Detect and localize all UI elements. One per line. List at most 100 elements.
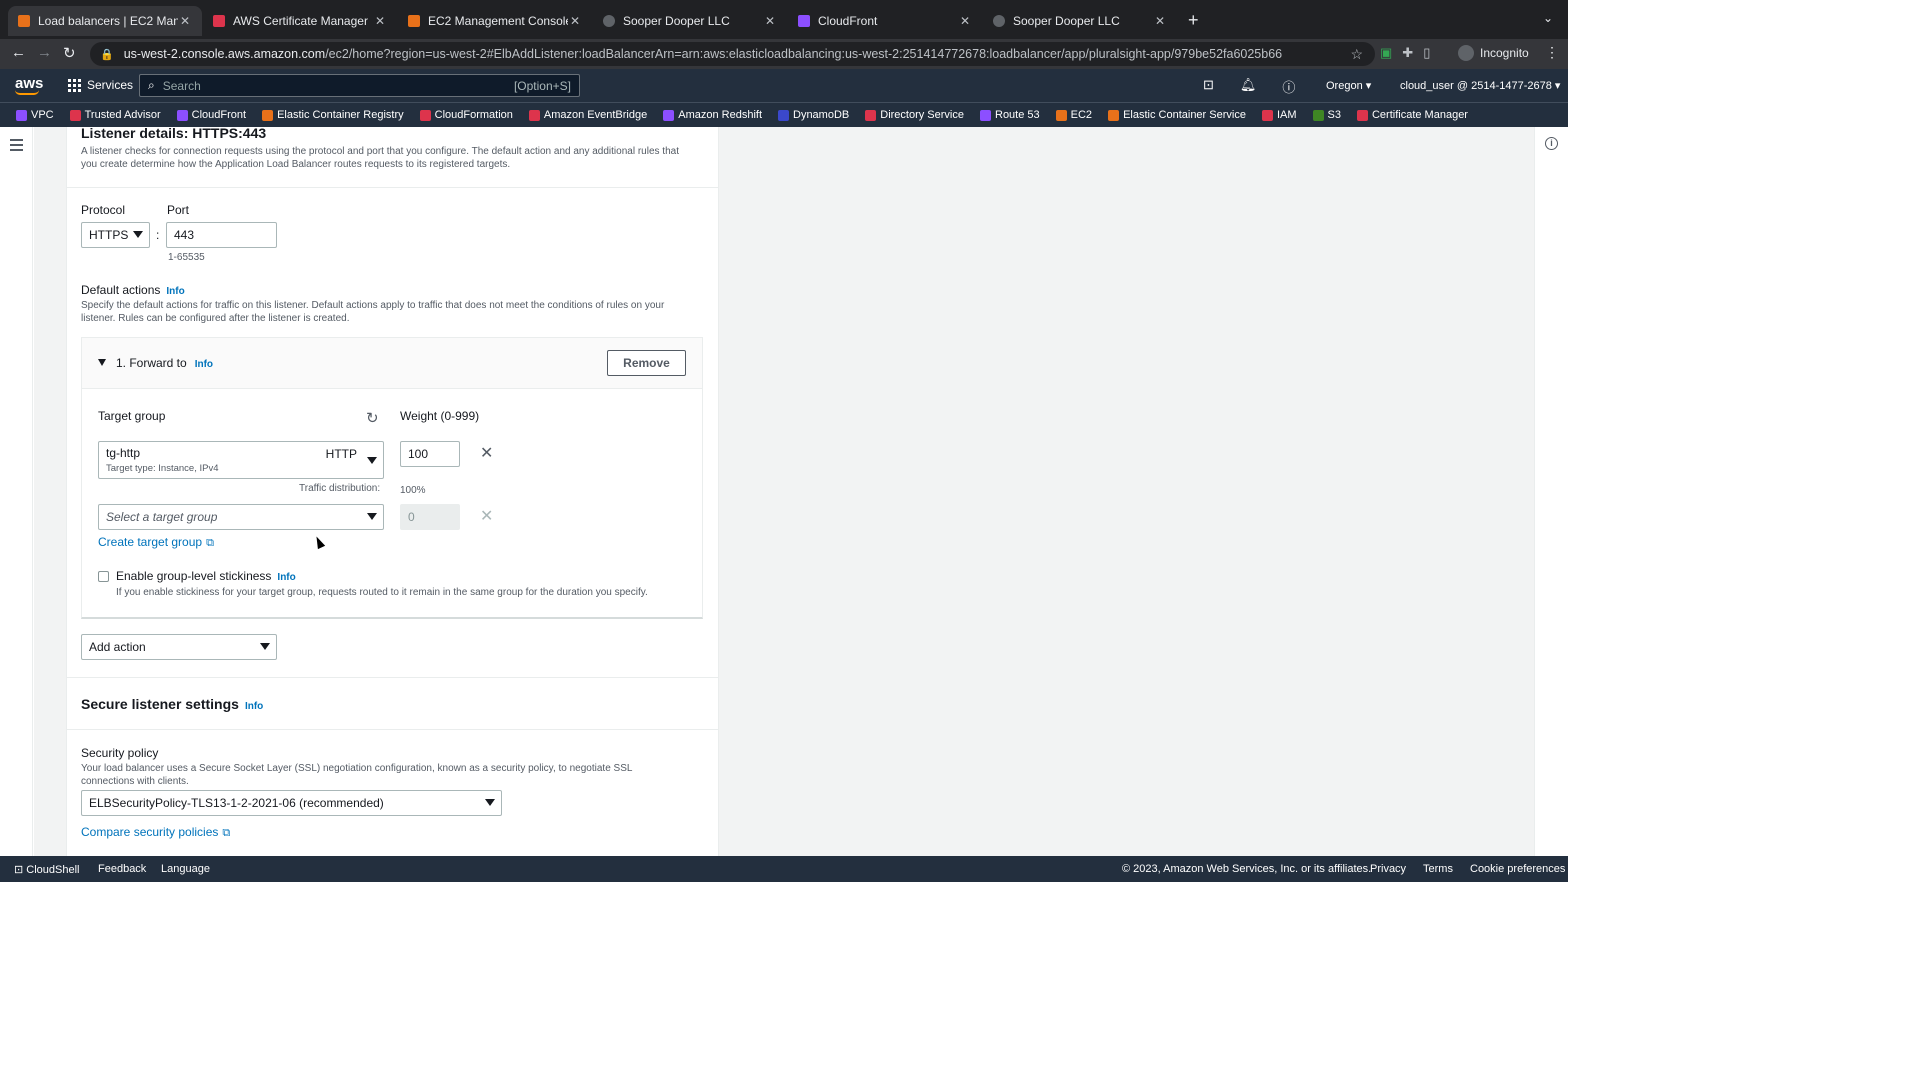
- target-group-label: Target group: [98, 409, 166, 423]
- security-policy-select[interactable]: ELBSecurityPolicy-TLS13-1-2-2021-06 (rec…: [81, 790, 502, 816]
- favorite-trusted-advisor[interactable]: Trusted Advisor: [69, 109, 161, 121]
- create-target-group-link[interactable]: Create target group ⧉: [98, 535, 214, 550]
- url-field[interactable]: 🔒 us-west-2.console.aws.amazon.com/ec2/h…: [90, 42, 1375, 66]
- close-icon[interactable]: ✕: [373, 14, 387, 28]
- info-panel-icon[interactable]: i: [1545, 137, 1558, 150]
- weight-label: Weight (0-999): [400, 409, 480, 423]
- browser-tab-cloudfront[interactable]: CloudFront ✕: [788, 6, 982, 36]
- account-menu[interactable]: cloud_user @ 2514-1477-2678 ▾: [1400, 79, 1560, 92]
- language-link[interactable]: Language: [161, 863, 210, 875]
- weight-input[interactable]: 100: [400, 441, 460, 467]
- search-shortcut: [Option+S]: [513, 79, 571, 93]
- target-group-protocol: HTTP: [325, 447, 357, 461]
- secure-listener-info-link[interactable]: Info: [245, 701, 263, 712]
- back-arrow-icon[interactable]: ←: [11, 44, 26, 61]
- url-host: us-west-2.console.aws.amazon.com: [123, 47, 326, 61]
- region-selector[interactable]: Oregon ▾: [1326, 79, 1371, 92]
- service-icon: [69, 109, 81, 121]
- forward-action-header[interactable]: 1. Forward to Info Remove: [82, 338, 702, 389]
- bookmark-star-icon[interactable]: ☆: [1350, 46, 1363, 63]
- tab-search-chevron-icon[interactable]: ⌄: [1543, 11, 1553, 25]
- favorite-cloudfront[interactable]: CloudFront: [176, 109, 247, 121]
- grid-icon: [68, 78, 81, 92]
- browser-tab-sooper-dooper-2[interactable]: Sooper Dooper LLC ✕: [983, 6, 1177, 36]
- favorite-elastic-container-service[interactable]: Elastic Container Service: [1108, 109, 1246, 121]
- search-input[interactable]: ⌕ Search [Option+S]: [139, 74, 580, 97]
- favorite-ec2[interactable]: EC2: [1055, 109, 1092, 121]
- favorite-amazon-redshift[interactable]: Amazon Redshift: [663, 109, 762, 121]
- cookie-preferences-link[interactable]: Cookie preferences: [1470, 863, 1565, 875]
- favorite-label: Elastic Container Registry: [277, 109, 404, 121]
- default-actions-info-link[interactable]: Info: [166, 286, 184, 297]
- feedback-link[interactable]: Feedback: [98, 863, 146, 875]
- select-target-placeholder: Select a target group: [106, 510, 218, 524]
- favorite-vpc[interactable]: VPC: [16, 109, 54, 121]
- close-icon[interactable]: ✕: [178, 14, 192, 28]
- target-group-select[interactable]: tg-http Target type: Instance, IPv4 HTTP: [98, 441, 384, 479]
- favorite-label: Route 53: [995, 109, 1040, 121]
- service-icon: [419, 109, 431, 121]
- stickiness-heading: Enable group-level stickiness Info: [116, 569, 296, 583]
- help-question-icon[interactable]: ⓘ: [1282, 77, 1295, 96]
- protocol-value: HTTPS: [89, 228, 129, 242]
- favorite-directory-service[interactable]: Directory Service: [865, 109, 964, 121]
- aws-logo[interactable]: aws: [15, 75, 43, 95]
- port-hint: 1-65535: [168, 252, 205, 263]
- cloudshell-terminal-icon[interactable]: ⊡: [1203, 77, 1214, 96]
- browser-tab-certificate-manager[interactable]: AWS Certificate Manager ✕: [203, 6, 397, 36]
- favorite-amazon-eventbridge[interactable]: Amazon EventBridge: [528, 109, 647, 121]
- close-icon[interactable]: ✕: [958, 14, 972, 28]
- reload-icon[interactable]: ↻: [63, 44, 76, 62]
- compare-security-policies-link[interactable]: Compare security policies ⧉: [81, 825, 230, 840]
- extension-green-icon[interactable]: ▣: [1380, 45, 1392, 61]
- security-policy-description-line-1: Your load balancer uses a Secure Socket …: [81, 763, 633, 774]
- cloudshell-button[interactable]: ⊡ CloudShell: [14, 863, 79, 876]
- port-input[interactable]: 443: [166, 222, 277, 248]
- stickiness-checkbox[interactable]: [98, 571, 109, 582]
- stickiness-info-link[interactable]: Info: [277, 572, 295, 583]
- terms-link[interactable]: Terms: [1423, 863, 1453, 875]
- favorite-s3[interactable]: S3: [1312, 109, 1341, 121]
- browser-tab-sooper-dooper-1[interactable]: Sooper Dooper LLC ✕: [593, 6, 787, 36]
- close-icon[interactable]: ✕: [568, 14, 582, 28]
- favorite-cloudformation[interactable]: CloudFormation: [419, 109, 513, 121]
- protocol-select[interactable]: HTTPS: [81, 222, 150, 248]
- tab-label: Sooper Dooper LLC: [623, 14, 730, 28]
- add-action-label: Add action: [89, 640, 146, 654]
- services-label: Services: [87, 78, 134, 92]
- caret-down-icon[interactable]: [98, 359, 106, 366]
- forward-info-link[interactable]: Info: [195, 359, 213, 370]
- puzzle-extensions-icon[interactable]: ✚: [1402, 45, 1413, 61]
- remove-button[interactable]: Remove: [607, 350, 686, 376]
- service-icon: [663, 109, 675, 121]
- browser-tab-ec2-console[interactable]: EC2 Management Console ✕: [398, 6, 592, 36]
- favorite-label: CloudFront: [191, 109, 247, 121]
- listener-description-line-1: A listener checks for connection request…: [81, 146, 679, 157]
- hamburger-menu-icon[interactable]: [10, 139, 23, 154]
- favorite-route-53[interactable]: Route 53: [980, 109, 1040, 121]
- browser-tab-load-balancers[interactable]: Load balancers | EC2 Managem ✕: [8, 6, 202, 36]
- privacy-link[interactable]: Privacy: [1370, 863, 1406, 875]
- favorite-elastic-container-registry[interactable]: Elastic Container Registry: [262, 109, 404, 121]
- services-menu-button[interactable]: Services: [68, 78, 133, 92]
- ec2-favicon-icon: [408, 15, 420, 27]
- favorite-certificate-manager[interactable]: Certificate Manager: [1356, 109, 1468, 121]
- listener-details-title: Listener details: HTTPS:443: [81, 125, 267, 141]
- remove-target-x-icon[interactable]: ✕: [480, 443, 493, 463]
- add-action-dropdown[interactable]: Add action: [81, 634, 277, 660]
- security-policy-value: ELBSecurityPolicy-TLS13-1-2-2021-06 (rec…: [89, 796, 384, 810]
- default-actions-label: Default actions: [81, 283, 161, 297]
- favorite-iam[interactable]: IAM: [1261, 109, 1297, 121]
- select-target-group-dropdown[interactable]: Select a target group: [98, 504, 384, 530]
- incognito-profile[interactable]: Incognito: [1458, 45, 1529, 61]
- close-icon[interactable]: ✕: [763, 14, 777, 28]
- new-tab-plus-icon[interactable]: +: [1188, 10, 1199, 31]
- more-vertical-icon[interactable]: ⋮: [1545, 44, 1559, 61]
- close-icon[interactable]: ✕: [1153, 14, 1167, 28]
- forward-arrow-icon[interactable]: →: [37, 44, 52, 61]
- refresh-icon[interactable]: ↻: [366, 409, 379, 427]
- notifications-bell-icon[interactable]: 🔔︎: [1240, 77, 1257, 96]
- favorite-dynamodb[interactable]: DynamoDB: [778, 109, 849, 121]
- browser-address-bar: ← → ↻ 🔒 us-west-2.console.aws.amazon.com…: [0, 39, 1568, 69]
- side-panel-icon[interactable]: ▯: [1423, 45, 1430, 61]
